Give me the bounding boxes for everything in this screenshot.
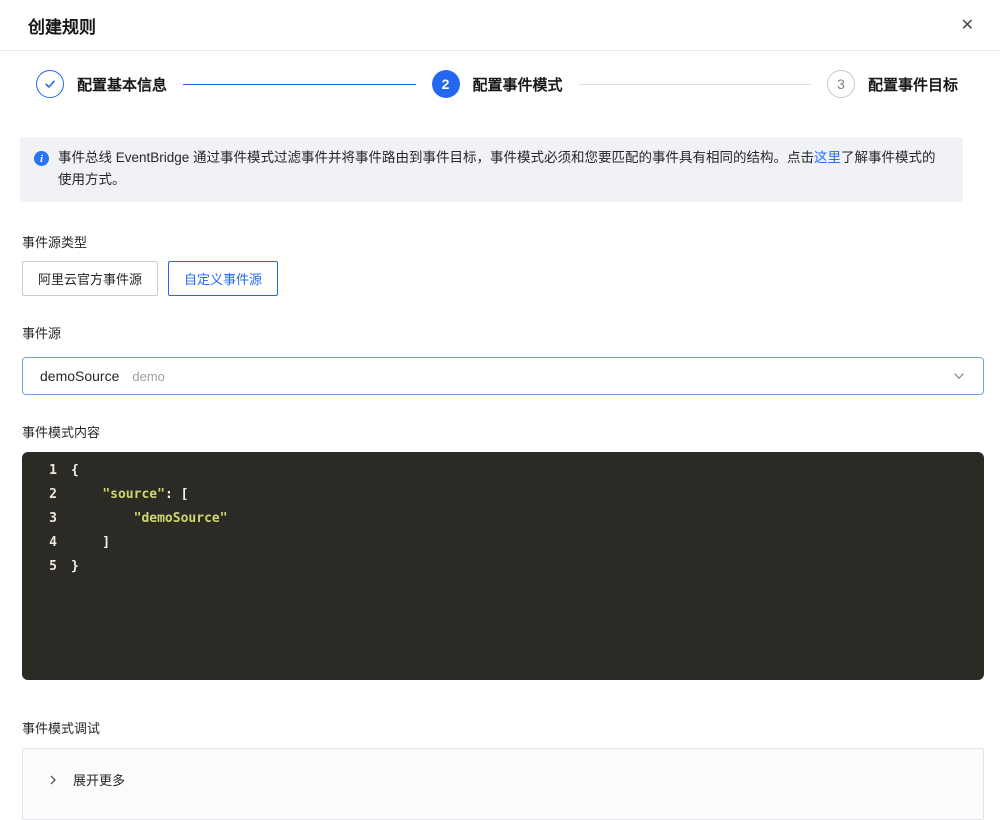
code-editor[interactable]: 1{2 "source": [3 "demoSource" 4 ] 5}: [22, 452, 984, 680]
info-icon: i: [34, 151, 49, 166]
step-event-pattern-number: 2: [431, 70, 460, 98]
pattern-content-label: 事件模式内容: [22, 425, 101, 440]
source-type-label: 事件源类型: [22, 235, 88, 250]
event-source-label: 事件源: [22, 326, 62, 341]
expand-more-toggle[interactable]: 展开更多: [47, 770, 125, 789]
event-source-description: demo: [132, 368, 165, 384]
step-wizard: 配置基本信息 2 配置事件模式 3 配置事件目标: [0, 51, 1000, 117]
chevron-down-icon: [951, 368, 967, 384]
step-event-target-label: 配置事件目标: [868, 76, 959, 94]
source-type-custom-button[interactable]: 自定义事件源: [168, 261, 279, 296]
code-line: 5}: [22, 555, 984, 579]
step-connector-done: [183, 83, 416, 85]
step-basic-info[interactable]: 配置基本信息: [36, 70, 167, 98]
code-line: 3 "demoSource": [22, 507, 984, 531]
info-banner: i 事件总线 EventBridge 通过事件模式过滤事件并将事件路由到事件目标…: [20, 137, 963, 202]
code-line: 1{: [22, 459, 984, 483]
pattern-debug-panel: 展开更多: [22, 748, 984, 820]
close-icon[interactable]: ✕: [959, 16, 976, 36]
source-type-options: 阿里云官方事件源 自定义事件源: [22, 261, 1000, 296]
step-event-target: 3 配置事件目标: [827, 70, 958, 98]
info-banner-text: 事件总线 EventBridge 通过事件模式过滤事件并将事件路由到事件目标，事…: [58, 147, 947, 191]
line-number: 2: [49, 487, 57, 502]
step-event-target-number: 3: [827, 70, 855, 98]
line-number: 3: [49, 511, 57, 526]
banner-link[interactable]: 这里: [814, 150, 841, 165]
source-type-aliyun-button[interactable]: 阿里云官方事件源: [22, 261, 159, 296]
page-title: 创建规则: [28, 18, 96, 37]
dialog-header: 创建规则 ✕: [0, 0, 1000, 51]
step-done-check-icon: [36, 70, 64, 98]
line-number: 4: [49, 535, 57, 550]
code-line: 4 ]: [22, 531, 984, 555]
line-number: 1: [49, 463, 57, 478]
step-basic-info-label: 配置基本信息: [77, 76, 168, 94]
step-connector-upcoming: [578, 83, 811, 85]
line-number: 5: [49, 559, 57, 574]
code-line: 2 "source": [: [22, 483, 984, 507]
pattern-debug-label: 事件模式调试: [22, 721, 101, 736]
banner-text-before: 事件总线 EventBridge 通过事件模式过滤事件并将事件路由到事件目标，事…: [58, 150, 815, 165]
chevron-right-icon: [47, 774, 59, 786]
step-event-pattern: 2 配置事件模式: [431, 70, 563, 98]
step-event-pattern-label: 配置事件模式: [472, 76, 563, 94]
event-source-value: demoSource: [40, 368, 120, 384]
expand-more-label: 展开更多: [73, 773, 126, 788]
event-source-select[interactable]: demoSource demo: [22, 357, 984, 395]
